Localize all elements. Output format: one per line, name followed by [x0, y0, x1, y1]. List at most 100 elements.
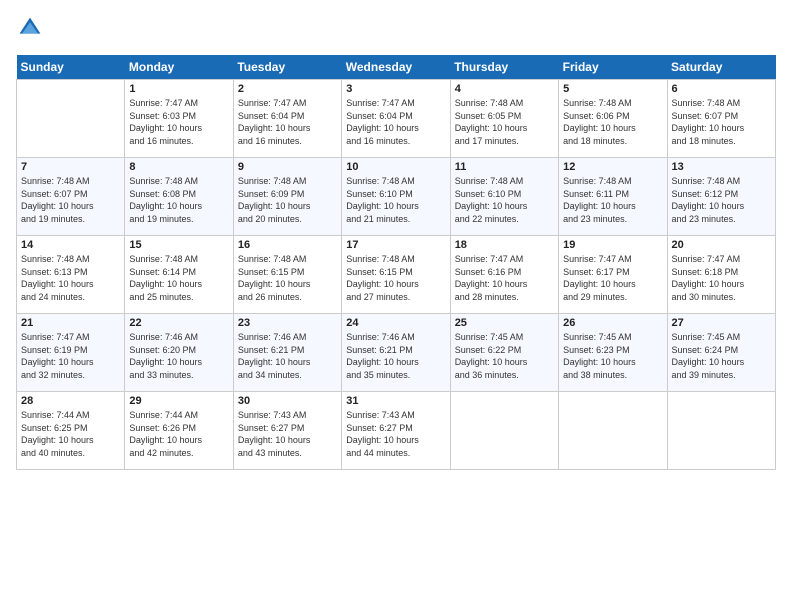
- day-info: Sunrise: 7:47 AMSunset: 6:19 PMDaylight:…: [21, 331, 120, 381]
- week-row-2: 7 Sunrise: 7:48 AMSunset: 6:07 PMDaylight…: [17, 158, 776, 236]
- calendar-cell: 6Sunrise: 7:48 AMSunset: 6:07 PMDaylight…: [667, 80, 775, 158]
- weekday-header-monday: Monday: [125, 55, 233, 80]
- calendar-cell: 7 Sunrise: 7:48 AMSunset: 6:07 PMDaylight…: [17, 158, 125, 236]
- weekday-header-row: SundayMondayTuesdayWednesdayThursdayFrid…: [17, 55, 776, 80]
- calendar-cell: 30Sunrise: 7:43 AMSunset: 6:27 PMDayligh…: [233, 392, 341, 470]
- day-info: Sunrise: 7:44 AMSunset: 6:25 PMDaylight:…: [21, 409, 120, 459]
- day-number: 12: [563, 161, 662, 173]
- day-number: 26: [563, 317, 662, 329]
- calendar-cell: 4 Sunrise: 7:48 AMSunset: 6:05 PMDaylight…: [450, 80, 558, 158]
- day-number: 7: [21, 161, 120, 173]
- calendar-cell: 5 Sunrise: 7:48 AMSunset: 6:06 PMDaylight…: [559, 80, 667, 158]
- day-info: Sunrise: 7:45 AMSunset: 6:22 PMDaylight:…: [455, 331, 554, 381]
- calendar-cell: 23 Sunrise: 7:46 AMSunset: 6:21 PMDayligh…: [233, 314, 341, 392]
- calendar-cell: 11 Sunrise: 7:48 AMSunset: 6:10 PMDayligh…: [450, 158, 558, 236]
- day-info: Sunrise: 7:48 AMSunset: 6:15 PMDaylight:…: [346, 253, 445, 303]
- day-info: Sunrise: 7:48 AMSunset: 6:06 PMDaylight:…: [563, 97, 662, 147]
- week-row-4: 21 Sunrise: 7:47 AMSunset: 6:19 PMDayligh…: [17, 314, 776, 392]
- calendar-cell: [559, 392, 667, 470]
- calendar-cell: 15 Sunrise: 7:48 AMSunset: 6:14 PMDayligh…: [125, 236, 233, 314]
- day-number: 21: [21, 317, 120, 329]
- calendar-cell: [667, 392, 775, 470]
- calendar-cell: 17 Sunrise: 7:48 AMSunset: 6:15 PMDayligh…: [342, 236, 450, 314]
- calendar-cell: 16 Sunrise: 7:48 AMSunset: 6:15 PMDayligh…: [233, 236, 341, 314]
- calendar-table: SundayMondayTuesdayWednesdayThursdayFrid…: [16, 55, 776, 470]
- week-row-1: 1Sunrise: 7:47 AMSunset: 6:03 PMDaylight…: [17, 80, 776, 158]
- calendar-cell: 1Sunrise: 7:47 AMSunset: 6:03 PMDaylight…: [125, 80, 233, 158]
- day-info: Sunrise: 7:48 AMSunset: 6:10 PMDaylight:…: [455, 175, 554, 225]
- day-info: Sunrise: 7:46 AMSunset: 6:21 PMDaylight:…: [346, 331, 445, 381]
- calendar-cell: 10 Sunrise: 7:48 AMSunset: 6:10 PMDayligh…: [342, 158, 450, 236]
- day-info: Sunrise: 7:43 AMSunset: 6:27 PMDaylight:…: [238, 409, 337, 459]
- day-info: Sunrise: 7:47 AMSunset: 6:16 PMDaylight:…: [455, 253, 554, 303]
- day-number: 8: [129, 161, 228, 173]
- day-info: Sunrise: 7:47 AMSunset: 6:18 PMDaylight:…: [672, 253, 771, 303]
- day-info: Sunrise: 7:46 AMSunset: 6:20 PMDaylight:…: [129, 331, 228, 381]
- day-number: 16: [238, 239, 337, 251]
- calendar-cell: 14 Sunrise: 7:48 AMSunset: 6:13 PMDayligh…: [17, 236, 125, 314]
- day-info: Sunrise: 7:48 AMSunset: 6:05 PMDaylight:…: [455, 97, 554, 147]
- day-info: Sunrise: 7:48 AMSunset: 6:08 PMDaylight:…: [129, 175, 228, 225]
- day-number: 31: [346, 395, 445, 407]
- day-number: 6: [672, 83, 771, 95]
- calendar-cell: 31Sunrise: 7:43 AMSunset: 6:27 PMDayligh…: [342, 392, 450, 470]
- calendar-cell: [450, 392, 558, 470]
- day-info: Sunrise: 7:45 AMSunset: 6:24 PMDaylight:…: [672, 331, 771, 381]
- calendar-cell: 21 Sunrise: 7:47 AMSunset: 6:19 PMDayligh…: [17, 314, 125, 392]
- day-info: Sunrise: 7:48 AMSunset: 6:10 PMDaylight:…: [346, 175, 445, 225]
- day-info: Sunrise: 7:48 AMSunset: 6:15 PMDaylight:…: [238, 253, 337, 303]
- calendar-cell: 27 Sunrise: 7:45 AMSunset: 6:24 PMDayligh…: [667, 314, 775, 392]
- day-number: 15: [129, 239, 228, 251]
- day-number: 28: [21, 395, 120, 407]
- calendar-cell: 28 Sunrise: 7:44 AMSunset: 6:25 PMDayligh…: [17, 392, 125, 470]
- day-number: 10: [346, 161, 445, 173]
- day-number: 14: [21, 239, 120, 251]
- page: SundayMondayTuesdayWednesdayThursdayFrid…: [0, 0, 792, 612]
- calendar-cell: 20 Sunrise: 7:47 AMSunset: 6:18 PMDayligh…: [667, 236, 775, 314]
- day-number: 25: [455, 317, 554, 329]
- day-info: Sunrise: 7:45 AMSunset: 6:23 PMDaylight:…: [563, 331, 662, 381]
- calendar-cell: 13Sunrise: 7:48 AMSunset: 6:12 PMDayligh…: [667, 158, 775, 236]
- day-info: Sunrise: 7:47 AMSunset: 6:17 PMDaylight:…: [563, 253, 662, 303]
- week-row-3: 14 Sunrise: 7:48 AMSunset: 6:13 PMDayligh…: [17, 236, 776, 314]
- calendar-cell: 3Sunrise: 7:47 AMSunset: 6:04 PMDaylight…: [342, 80, 450, 158]
- week-row-5: 28 Sunrise: 7:44 AMSunset: 6:25 PMDayligh…: [17, 392, 776, 470]
- calendar-cell: 12 Sunrise: 7:48 AMSunset: 6:11 PMDayligh…: [559, 158, 667, 236]
- day-info: Sunrise: 7:44 AMSunset: 6:26 PMDaylight:…: [129, 409, 228, 459]
- day-info: Sunrise: 7:48 AMSunset: 6:11 PMDaylight:…: [563, 175, 662, 225]
- calendar-cell: [17, 80, 125, 158]
- day-number: 11: [455, 161, 554, 173]
- day-number: 27: [672, 317, 771, 329]
- calendar-cell: 9Sunrise: 7:48 AMSunset: 6:09 PMDaylight…: [233, 158, 341, 236]
- day-number: 2: [238, 83, 337, 95]
- day-info: Sunrise: 7:46 AMSunset: 6:21 PMDaylight:…: [238, 331, 337, 381]
- day-number: 24: [346, 317, 445, 329]
- weekday-header-saturday: Saturday: [667, 55, 775, 80]
- calendar-cell: 24 Sunrise: 7:46 AMSunset: 6:21 PMDayligh…: [342, 314, 450, 392]
- day-number: 23: [238, 317, 337, 329]
- calendar-cell: 19 Sunrise: 7:47 AMSunset: 6:17 PMDayligh…: [559, 236, 667, 314]
- day-number: 5: [563, 83, 662, 95]
- day-info: Sunrise: 7:48 AMSunset: 6:13 PMDaylight:…: [21, 253, 120, 303]
- day-number: 13: [672, 161, 771, 173]
- calendar-cell: 18Sunrise: 7:47 AMSunset: 6:16 PMDayligh…: [450, 236, 558, 314]
- day-info: Sunrise: 7:48 AMSunset: 6:07 PMDaylight:…: [21, 175, 120, 225]
- day-number: 17: [346, 239, 445, 251]
- calendar-cell: 8 Sunrise: 7:48 AMSunset: 6:08 PMDaylight…: [125, 158, 233, 236]
- day-number: 29: [129, 395, 228, 407]
- day-number: 22: [129, 317, 228, 329]
- day-number: 4: [455, 83, 554, 95]
- day-info: Sunrise: 7:48 AMSunset: 6:14 PMDaylight:…: [129, 253, 228, 303]
- day-number: 19: [563, 239, 662, 251]
- weekday-header-friday: Friday: [559, 55, 667, 80]
- header: [16, 16, 776, 45]
- weekday-header-wednesday: Wednesday: [342, 55, 450, 80]
- weekday-header-sunday: Sunday: [17, 55, 125, 80]
- calendar-cell: 2Sunrise: 7:47 AMSunset: 6:04 PMDaylight…: [233, 80, 341, 158]
- logo-icon: [18, 16, 42, 40]
- weekday-header-tuesday: Tuesday: [233, 55, 341, 80]
- calendar-cell: 29 Sunrise: 7:44 AMSunset: 6:26 PMDayligh…: [125, 392, 233, 470]
- day-number: 20: [672, 239, 771, 251]
- calendar-cell: 26 Sunrise: 7:45 AMSunset: 6:23 PMDayligh…: [559, 314, 667, 392]
- day-info: Sunrise: 7:47 AMSunset: 6:04 PMDaylight:…: [346, 97, 445, 147]
